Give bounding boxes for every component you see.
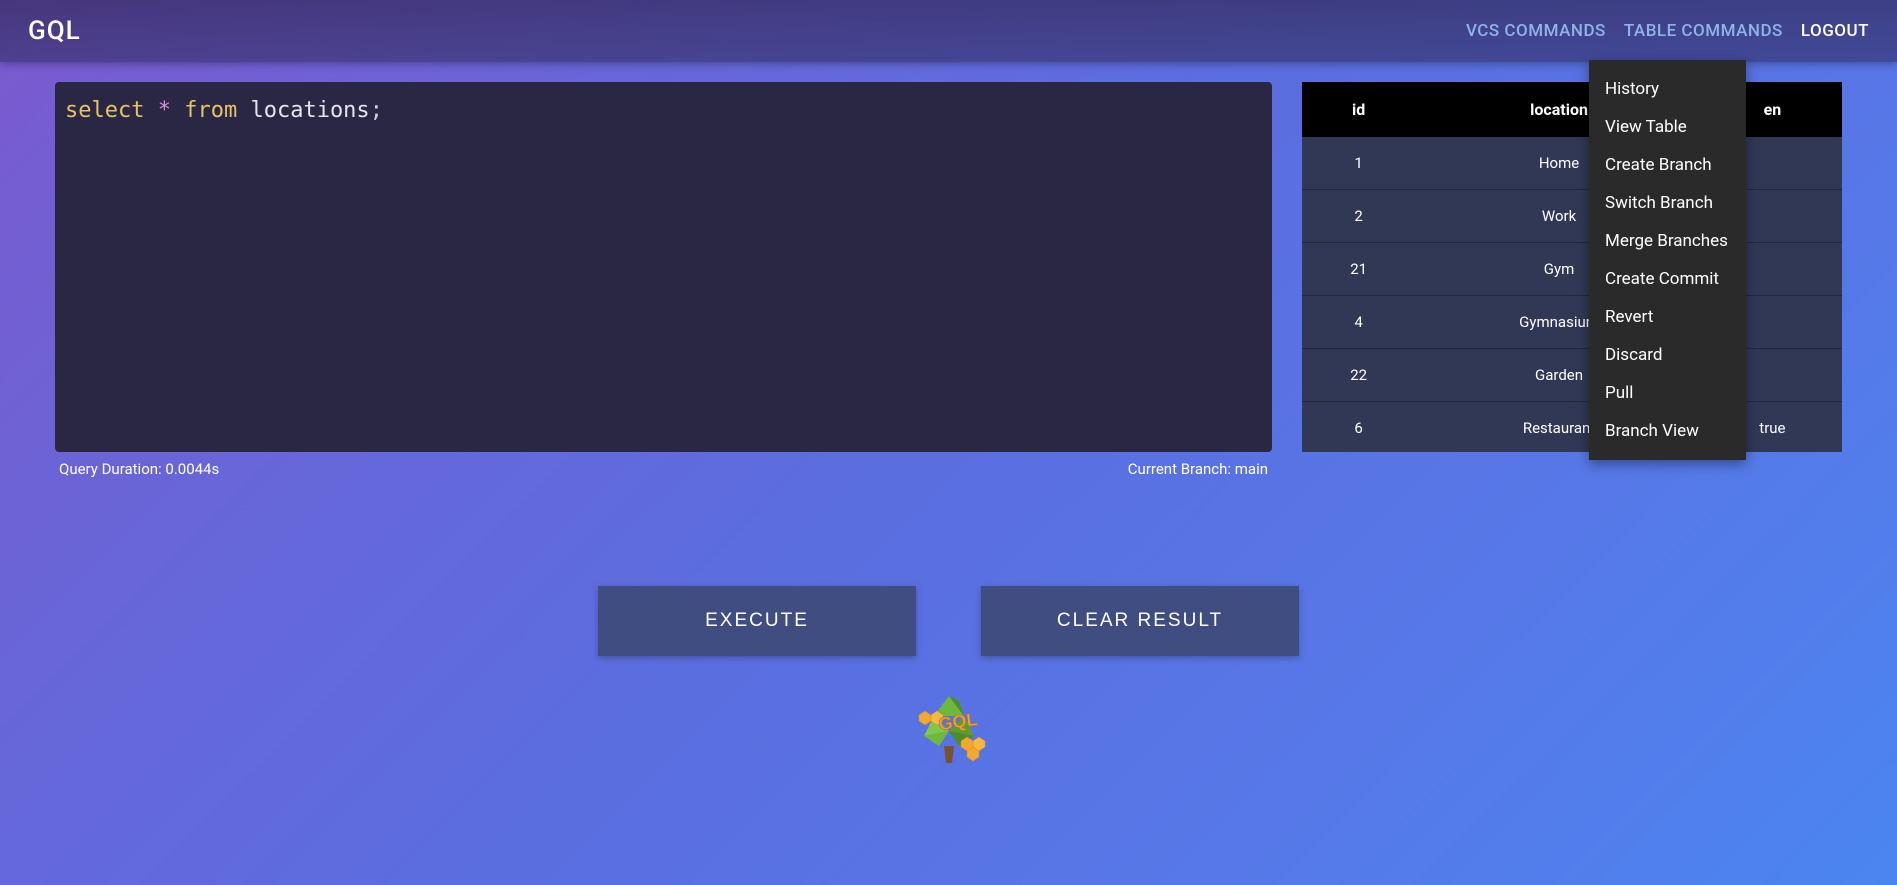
table-header-row: id location en — [1302, 82, 1842, 137]
navbar: GQL VCS COMMANDS TABLE COMMANDS LOGOUT — [0, 0, 1897, 62]
table-row: 21 Gym — [1302, 243, 1842, 296]
results-table-wrapper[interactable]: id location en 1 Home 2 Work — [1302, 82, 1842, 452]
svg-text:GQL: GQL — [937, 709, 978, 734]
app-logo: GQL — [28, 16, 81, 46]
table-cell: 6 — [1302, 402, 1415, 453]
sql-editor[interactable]: select * from locations; — [55, 82, 1272, 452]
table-cell: 21 — [1302, 243, 1415, 296]
results-table: id location en 1 Home 2 Work — [1302, 82, 1842, 452]
main-content: select * from locations; Query Duration:… — [0, 62, 1897, 506]
table-row: 4 Gymnasium — [1302, 296, 1842, 349]
editor-section: select * from locations; Query Duration:… — [55, 82, 1272, 486]
editor-footer: Query Duration: 0.0044s Current Branch: … — [55, 452, 1272, 486]
dropdown-item-switch-branch[interactable]: Switch Branch — [1589, 184, 1746, 222]
table-row: 2 Work — [1302, 190, 1842, 243]
results-section: id location en 1 Home 2 Work — [1302, 82, 1842, 486]
gql-tree-logo-icon: GQL — [899, 691, 999, 766]
table-cell: 4 — [1302, 296, 1415, 349]
sql-identifier: locations — [250, 98, 369, 123]
dropdown-item-revert[interactable]: Revert — [1589, 298, 1746, 336]
nav-table-commands[interactable]: TABLE COMMANDS — [1624, 21, 1783, 41]
table-row: 22 Garden — [1302, 349, 1842, 402]
dropdown-item-pull[interactable]: Pull — [1589, 374, 1746, 412]
action-buttons-row: EXECUTE CLEAR RESULT — [0, 586, 1897, 656]
footer-logo-container: GQL — [0, 691, 1897, 766]
clear-result-button[interactable]: CLEAR RESULT — [981, 586, 1299, 656]
query-duration-label: Query Duration: 0.0044s — [59, 460, 219, 478]
sql-semicolon: ; — [370, 98, 383, 123]
nav-links: VCS COMMANDS TABLE COMMANDS LOGOUT — [1466, 21, 1869, 41]
nav-vcs-commands[interactable]: VCS COMMANDS — [1466, 21, 1606, 41]
table-cell: 2 — [1302, 190, 1415, 243]
nav-logout[interactable]: LOGOUT — [1801, 21, 1869, 41]
table-cell: 1 — [1302, 137, 1415, 190]
table-row: 1 Home — [1302, 137, 1842, 190]
sql-keyword: select — [65, 98, 144, 123]
dropdown-item-view-table[interactable]: View Table — [1589, 108, 1746, 146]
dropdown-item-merge-branches[interactable]: Merge Branches — [1589, 222, 1746, 260]
sql-star: * — [158, 98, 171, 123]
dropdown-item-create-commit[interactable]: Create Commit — [1589, 260, 1746, 298]
dropdown-item-history[interactable]: History — [1589, 70, 1746, 108]
current-branch-label: Current Branch: main — [1128, 460, 1268, 478]
table-row: 6 Restaurant true — [1302, 402, 1842, 453]
vcs-dropdown-menu: History View Table Create Branch Switch … — [1589, 60, 1746, 460]
sql-keyword: from — [184, 98, 237, 123]
table-header-id: id — [1302, 82, 1415, 137]
dropdown-item-branch-view[interactable]: Branch View — [1589, 412, 1746, 450]
dropdown-item-create-branch[interactable]: Create Branch — [1589, 146, 1746, 184]
table-cell: 22 — [1302, 349, 1415, 402]
execute-button[interactable]: EXECUTE — [598, 586, 916, 656]
dropdown-item-discard[interactable]: Discard — [1589, 336, 1746, 374]
